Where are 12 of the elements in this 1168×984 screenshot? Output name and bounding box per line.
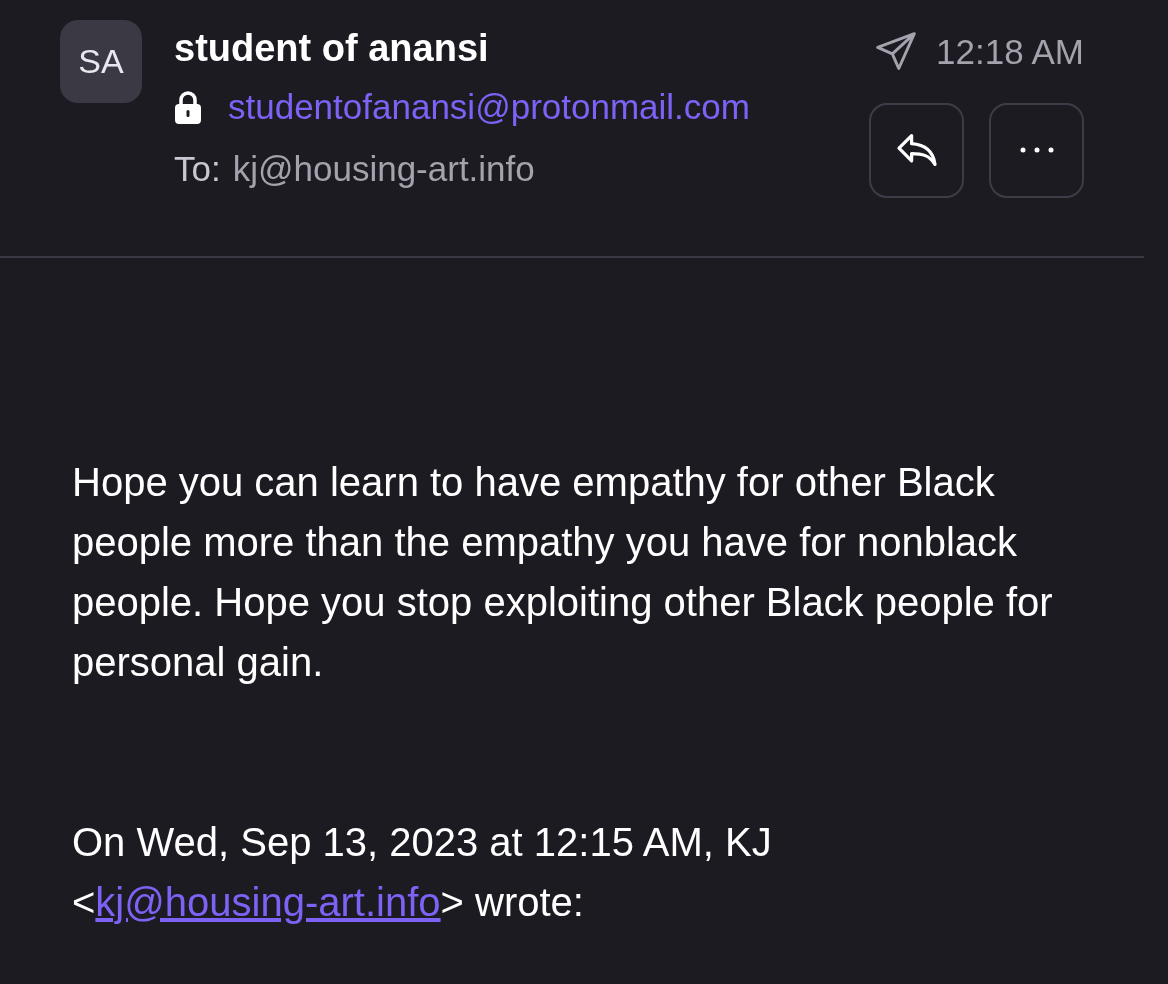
to-label: To: [174,148,221,190]
sender-name: student of anansi [174,26,490,71]
quote-header: On Wed, Sep 13, 2023 at 12:15 AM, KJ <kj@housing-art.info> wrote: [72,818,773,926]
reply-button[interactable] [869,102,964,198]
timestamp: 12:18 AM [936,31,1084,73]
sender-email[interactable]: studentofanansi@protonmail.com [228,84,750,130]
lock-icon [174,90,202,124]
reply-icon [894,132,939,168]
message-body: Hope you can learn to have empathy for other Black people more than the empathy you have for nonblack people. Hope you stop exploiting other Black people for personal gain. [72,458,1054,686]
email-link[interactable]: kj@housing-art.info [95,879,441,924]
recipient-email: kj@housing-art.info [232,148,535,190]
avatar: SA [60,20,142,103]
